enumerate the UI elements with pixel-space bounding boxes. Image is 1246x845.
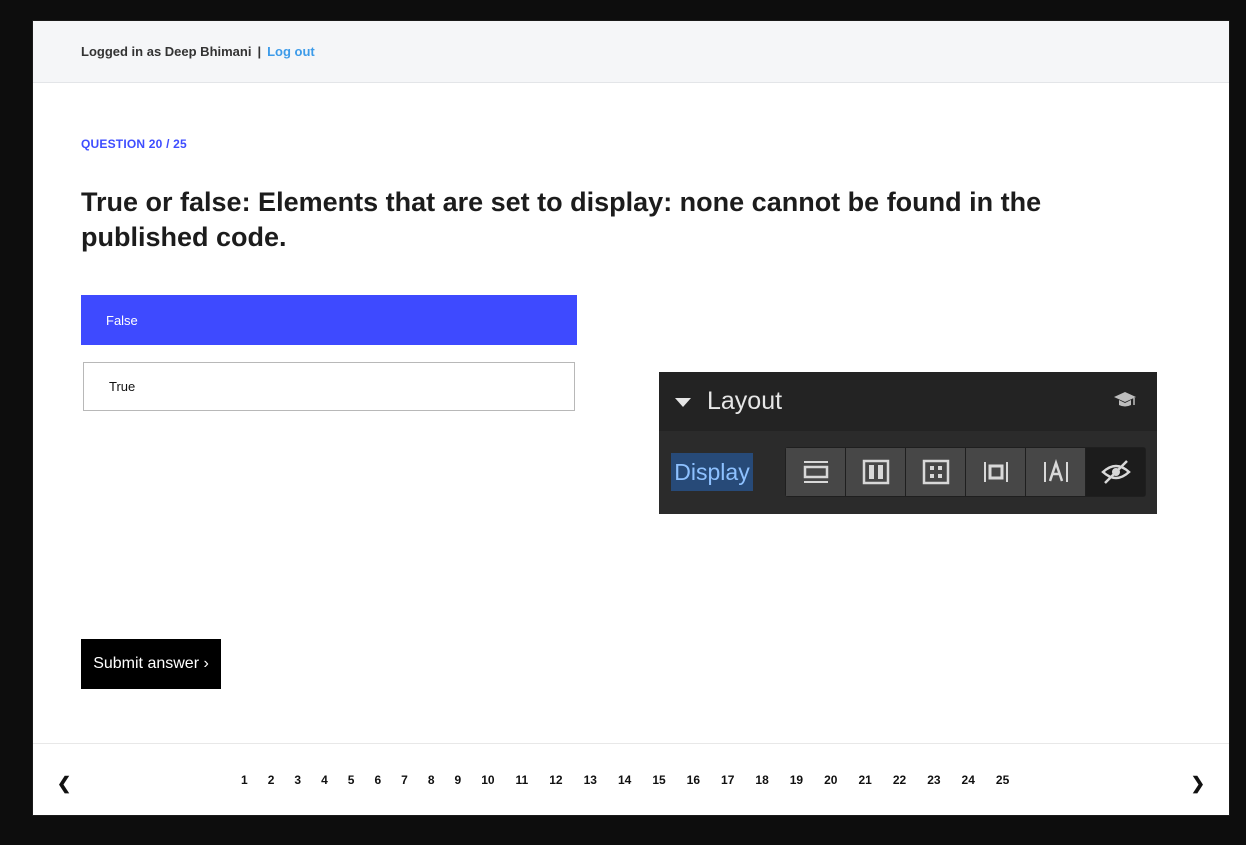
quiz-window: Logged in as Deep Bhimani | Log out QUES… [32,20,1230,816]
page-numbers: 1 2 3 4 5 6 7 8 9 10 11 12 13 14 15 16 17 18 19 20 21 22 23 24 2… [241,773,1030,787]
page-link-19[interactable]: 19 [790,773,803,787]
layout-panel-title: Layout [707,387,783,415]
page-link-5[interactable]: 5 [348,773,355,787]
layout-panel-body: Display [659,431,1157,514]
graduation-cap-icon [1114,392,1136,407]
option-label: False [106,312,138,328]
option-label: True [109,379,136,394]
page-link-13[interactable]: 13 [584,773,597,787]
page-link-9[interactable]: 9 [455,773,462,787]
caret-down-icon [675,398,691,407]
page-link-25[interactable]: 25 [996,773,1009,787]
submit-answer-button[interactable]: Submit answer › [81,639,221,689]
next-arrow-icon[interactable]: ❯ [1191,774,1205,794]
page-link-16[interactable]: 16 [687,773,700,787]
page-link-21[interactable]: 21 [858,773,871,787]
pagination-bar: ❮ 1 2 3 4 5 6 7 8 9 10 11 12 13 14 15 16 17 18 19 20 21 22 23 2… [33,743,1229,815]
page-link-6[interactable]: 6 [374,773,381,787]
page-link-18[interactable]: 18 [755,773,768,787]
display-grid-icon [906,448,965,496]
page-link-15[interactable]: 15 [652,773,665,787]
page-link-8[interactable]: 8 [428,773,435,787]
page-link-10[interactable]: 10 [481,773,494,787]
display-inline-icon [1026,448,1085,496]
previous-arrow-icon[interactable]: ❮ [57,774,71,794]
page-link-23[interactable]: 23 [927,773,940,787]
question-text: True or false: Elements that are set to … [81,187,1042,252]
page-link-1[interactable]: 1 [241,773,248,787]
page-link-4[interactable]: 4 [321,773,328,787]
page-link-11[interactable]: 11 [516,773,529,787]
option-true[interactable]: True [83,362,575,411]
layout-panel-header: Layout [659,372,1157,431]
page-link-2[interactable]: 2 [268,773,275,787]
option-false[interactable]: False [81,295,577,345]
page-link-17[interactable]: 17 [721,773,734,787]
page-link-12[interactable]: 12 [549,773,562,787]
top-bar: Logged in as Deep Bhimani | Log out [33,21,1229,83]
question-counter: QUESTION 20 / 25 [81,137,187,151]
display-flex-icon [846,448,905,496]
page-link-14[interactable]: 14 [618,773,631,787]
layout-panel-image: Layout Display [659,372,1157,514]
page-link-22[interactable]: 22 [893,773,906,787]
separator: | [257,44,262,59]
page-link-3[interactable]: 3 [294,773,301,787]
page-link-7[interactable]: 7 [401,773,408,787]
display-inline-block-icon [966,448,1025,496]
page-link-20[interactable]: 20 [824,773,837,787]
display-block-icon [786,448,845,496]
page-link-24[interactable]: 24 [962,773,975,787]
logout-link[interactable]: Log out [267,44,315,59]
logged-in-text: Logged in as Deep Bhimani [81,44,252,59]
display-segmented-control [785,447,1146,497]
display-label: Display [671,453,753,491]
display-none-icon [1086,448,1145,496]
